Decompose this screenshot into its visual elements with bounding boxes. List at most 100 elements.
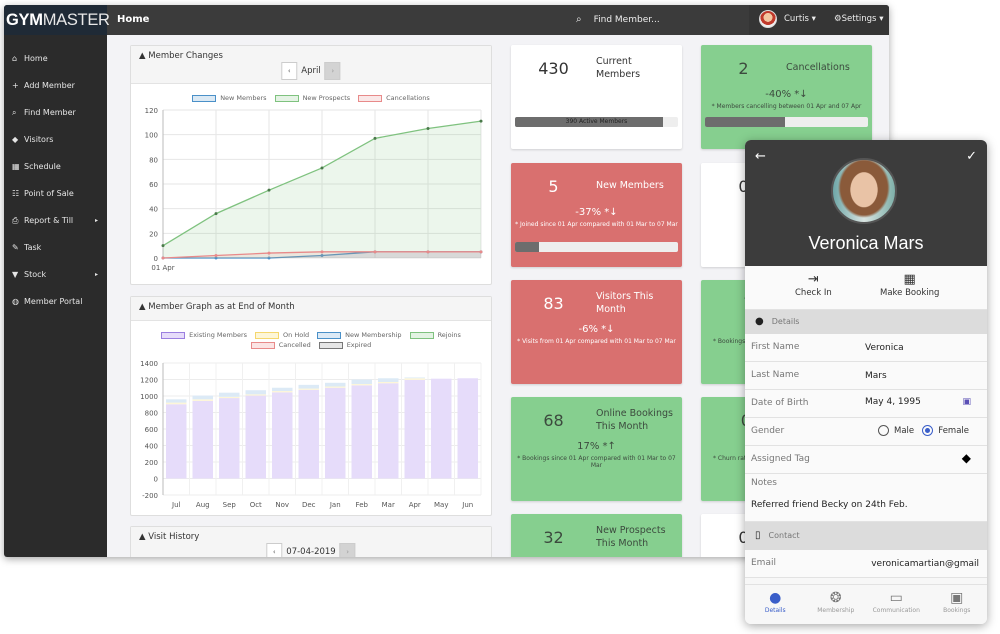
data-point[interactable]: [214, 254, 218, 258]
last-name-field[interactable]: Last Name Mars: [745, 362, 987, 390]
bar-on-hold[interactable]: [272, 391, 293, 393]
assigned-tag-field[interactable]: Assigned Tag ◆: [745, 446, 987, 474]
last-name-value[interactable]: Mars: [865, 371, 887, 381]
sidebar-item-member-portal[interactable]: ◍ Member Portal: [4, 288, 107, 315]
settings-menu[interactable]: ⚙Settings ▾: [834, 5, 883, 33]
dob-field[interactable]: Date of Birth May 4, 1995 ▣: [745, 390, 987, 418]
legend-item[interactable]: Existing Members: [161, 331, 247, 339]
legend-item[interactable]: Expired: [318, 341, 371, 349]
bar-new-membership[interactable]: [325, 382, 346, 387]
bar-existing-members[interactable]: [351, 385, 373, 479]
data-point[interactable]: [320, 250, 324, 254]
bar-on-hold[interactable]: [166, 402, 187, 405]
sidebar-item-find-member[interactable]: ⌕ Find Member: [4, 99, 107, 126]
first-name-value[interactable]: Veronica: [865, 343, 904, 353]
legend-item[interactable]: Rejoins: [409, 331, 461, 339]
checkmark-icon[interactable]: ✓: [966, 149, 977, 164]
gender-male-radio[interactable]: Male: [878, 425, 914, 436]
gender-female-radio[interactable]: Female: [922, 425, 969, 436]
data-point[interactable]: [161, 244, 165, 248]
sidebar-item-point-of-sale[interactable]: ☷ Point of Sale: [4, 180, 107, 207]
data-point[interactable]: [426, 127, 430, 130]
bar-new-membership[interactable]: [378, 378, 399, 382]
tags-icon[interactable]: ◆: [962, 451, 971, 465]
user-menu[interactable]: Curtis ▾: [784, 5, 816, 33]
search-input[interactable]: Find Member...: [594, 15, 660, 25]
data-point[interactable]: [479, 250, 483, 254]
bar-on-hold[interactable]: [298, 388, 320, 390]
find-member-search[interactable]: ⌕ Find Member...: [576, 5, 660, 35]
bar-new-membership[interactable]: [298, 384, 320, 389]
bar-existing-members[interactable]: [431, 378, 452, 479]
data-point[interactable]: [161, 256, 165, 260]
next-date-button[interactable]: ›: [339, 543, 356, 557]
notes-field[interactable]: Notes Referred friend Becky on 24th Feb.: [745, 474, 987, 522]
cancellations-card[interactable]: 2 Cancellations -40% *↓ * Members cancel…: [701, 45, 872, 149]
first-name-field[interactable]: First Name Veronica: [745, 334, 987, 362]
data-point[interactable]: [373, 136, 377, 140]
gymmaster-logo[interactable]: GYMMASTER: [4, 5, 110, 35]
sidebar-item-task[interactable]: ✎ Task: [4, 234, 107, 261]
new-members-card[interactable]: 5 New Members -37% *↓ * Joined since 01 …: [511, 163, 682, 267]
prev-month-button[interactable]: ‹: [281, 62, 298, 80]
bar-on-hold[interactable]: [351, 384, 373, 386]
bar-new-membership[interactable]: [351, 379, 373, 385]
bar-on-hold[interactable]: [404, 378, 426, 380]
notes-value[interactable]: Referred friend Becky on 24th Feb.: [751, 500, 908, 510]
data-point[interactable]: [214, 212, 218, 216]
sidebar-item-schedule[interactable]: ▦ Schedule: [4, 153, 107, 180]
email-field[interactable]: Email veronicamartian@gmail: [745, 550, 987, 578]
calendar-icon[interactable]: ▣: [962, 397, 971, 407]
bar-on-hold[interactable]: [245, 394, 267, 396]
data-point[interactable]: [320, 166, 324, 170]
data-point[interactable]: [267, 251, 271, 255]
bar-new-membership[interactable]: [404, 377, 426, 379]
bar-existing-members[interactable]: [166, 404, 187, 479]
back-arrow-icon[interactable]: ←: [755, 149, 766, 164]
online-bookings-card[interactable]: 68 Online Bookings This Month 17% *↑ * B…: [511, 397, 682, 501]
data-point[interactable]: [267, 188, 271, 192]
legend-item[interactable]: New Membership: [317, 331, 402, 339]
bar-new-membership[interactable]: [219, 392, 240, 397]
new-prospects-card[interactable]: 32 New Prospects This Month: [511, 514, 682, 557]
sidebar-item-home[interactable]: ⌂ Home: [4, 45, 107, 72]
bar-existing-members[interactable]: [245, 395, 267, 479]
dob-value[interactable]: May 4, 1995: [865, 397, 921, 407]
bar-existing-members[interactable]: [298, 389, 320, 479]
bar-new-membership[interactable]: [192, 395, 214, 400]
check-in-button[interactable]: ⇥ Check In: [795, 271, 832, 298]
user-avatar[interactable]: [759, 10, 777, 28]
bar-existing-members[interactable]: [404, 379, 426, 479]
tab-bookings[interactable]: ▣ Bookings: [927, 585, 988, 624]
bar-on-hold[interactable]: [325, 386, 346, 388]
sidebar-item-visitors[interactable]: ◆ Visitors: [4, 126, 107, 153]
bar-existing-members[interactable]: [457, 378, 479, 479]
bar-existing-members[interactable]: [272, 392, 293, 479]
bar-on-hold[interactable]: [219, 396, 240, 399]
tab-details[interactable]: ● Details: [745, 585, 806, 624]
data-point[interactable]: [479, 119, 483, 123]
visitors-card[interactable]: 83 Visitors This Month -6% *↓ * Visits f…: [511, 280, 682, 384]
sidebar-item-stock[interactable]: ▼ Stock ▸: [4, 261, 107, 288]
email-value[interactable]: veronicamartian@gmail: [871, 559, 979, 569]
bar-new-membership[interactable]: [272, 387, 293, 392]
make-booking-button[interactable]: ▦ Make Booking: [880, 271, 939, 298]
tab-communication[interactable]: ▭ Communication: [866, 585, 927, 624]
bar-existing-members[interactable]: [378, 383, 399, 479]
bar-new-membership[interactable]: [166, 399, 187, 403]
bar-new-membership[interactable]: [245, 390, 267, 395]
prev-date-button[interactable]: ‹: [266, 543, 283, 557]
legend-item[interactable]: On Hold: [255, 331, 309, 339]
legend-item[interactable]: Cancelled: [250, 341, 311, 349]
bar-on-hold[interactable]: [378, 381, 399, 384]
bar-existing-members[interactable]: [219, 398, 240, 479]
bar-existing-members[interactable]: [192, 400, 214, 479]
current-members-card[interactable]: 430 Current Members 390 Active Members: [511, 45, 682, 149]
data-point[interactable]: [426, 250, 430, 254]
next-month-button[interactable]: ›: [324, 62, 341, 80]
sidebar-item-report-till[interactable]: ⎙ Report & Till ▸: [4, 207, 107, 234]
tab-membership[interactable]: ❂ Membership: [806, 585, 867, 624]
sidebar-item-add-member[interactable]: + Add Member: [4, 72, 107, 99]
data-point[interactable]: [373, 250, 377, 254]
bar-on-hold[interactable]: [192, 399, 214, 401]
